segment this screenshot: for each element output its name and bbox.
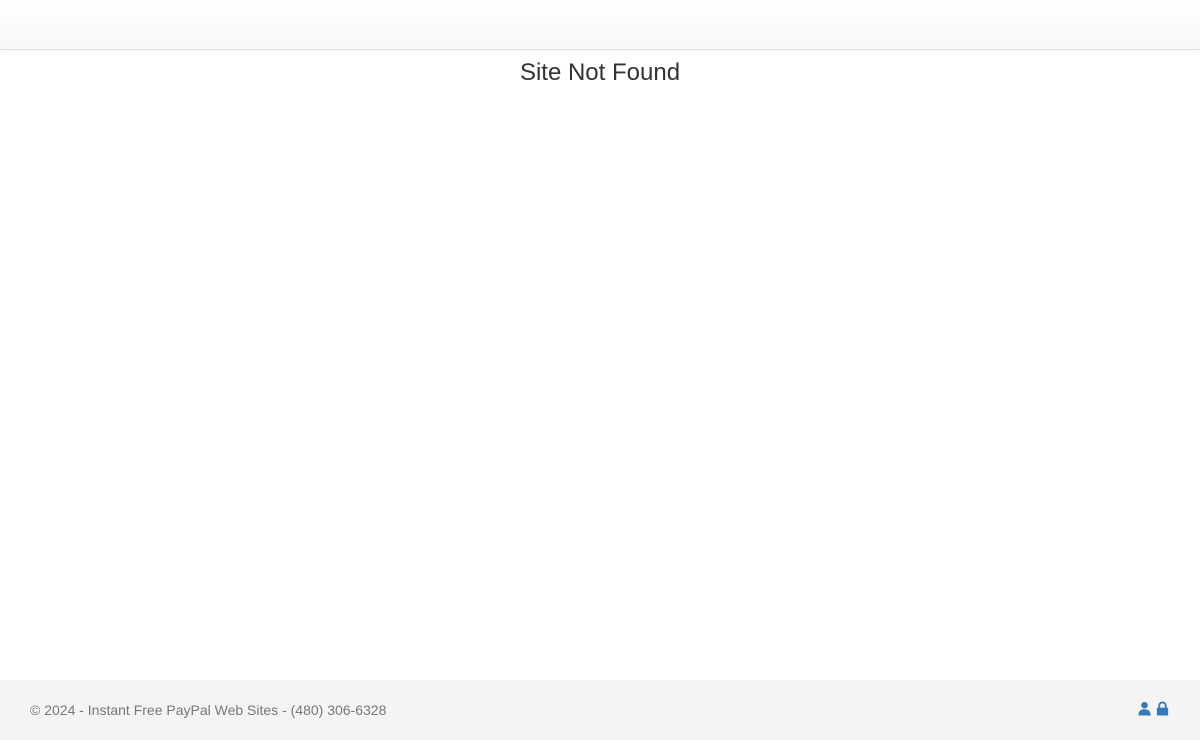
page-title: Site Not Found [519, 59, 681, 86]
top-navbar [0, 0, 1200, 50]
lock-icon[interactable] [1155, 701, 1170, 716]
footer-copyright: © 2024 - Instant Free PayPal Web Sites -… [30, 702, 387, 718]
user-icon[interactable] [1137, 701, 1152, 716]
footer-icons [1137, 701, 1170, 716]
page: Site Not Found © 2024 - Instant Free Pay… [0, 0, 1200, 740]
footer: © 2024 - Instant Free PayPal Web Sites -… [0, 680, 1200, 740]
main-content: Site Not Found [0, 50, 1200, 680]
